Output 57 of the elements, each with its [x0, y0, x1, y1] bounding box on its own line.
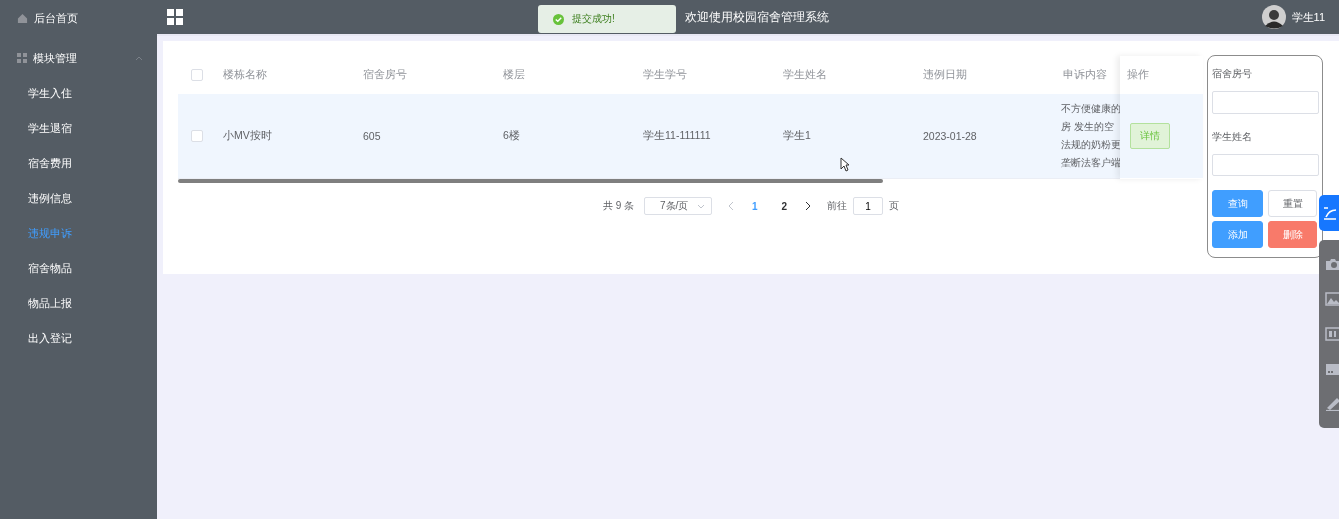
next-page-icon[interactable]	[805, 201, 812, 211]
sidebar-item[interactable]: 物品上报	[0, 286, 157, 321]
chevron-down-icon	[697, 203, 705, 209]
sidebar-item[interactable]: 后台首页	[0, 4, 157, 32]
image-icon[interactable]	[1325, 291, 1339, 306]
page-input[interactable]: 1	[853, 197, 884, 215]
column-header: 楼层	[502, 68, 526, 82]
scrollbar-thumb[interactable]	[178, 179, 883, 183]
column-header: 楼栋名称	[222, 68, 268, 82]
table-cell-text: 学生11-111111	[642, 129, 712, 143]
sidebar-item[interactable]: 学生退宿	[0, 111, 157, 146]
column-header: 学生学号	[642, 68, 688, 82]
field-label: 学生姓名	[1212, 129, 1253, 144]
checkbox[interactable]	[190, 69, 203, 81]
table-cell-text: 小MV按时	[222, 129, 273, 143]
column-header: 学生姓名	[782, 68, 828, 82]
camera-icon[interactable]	[1325, 256, 1339, 271]
mouse-cursor-icon	[840, 157, 850, 172]
previous-page-icon[interactable]	[728, 201, 734, 211]
pen-icon[interactable]	[1325, 397, 1339, 412]
table-cell-text: 学生1	[782, 129, 812, 143]
user-name[interactable]: 学生11	[1291, 9, 1325, 25]
caret-icon	[135, 54, 143, 62]
page-size-select[interactable]: 7条/页	[644, 197, 712, 215]
sidebar-group[interactable]: 模块管理	[0, 44, 157, 72]
sidebar-item[interactable]: 宿舍物品	[0, 251, 157, 286]
table-cell-text: 605	[362, 130, 382, 142]
sidebar-item[interactable]: 出入登记	[0, 321, 157, 356]
sidebar-item[interactable]: 学生入住	[0, 76, 157, 111]
column-header: 违例日期	[922, 68, 968, 82]
input-field[interactable]	[1212, 153, 1319, 176]
system-title: 欢迎使用校园宿舍管理系统	[685, 8, 829, 26]
screenshot-icon	[1323, 205, 1337, 221]
home-icon	[17, 12, 28, 24]
page-number[interactable]: 2	[775, 200, 794, 212]
column-header: 操作	[1126, 67, 1150, 82]
total-count: 共 9 条	[602, 199, 634, 213]
grid-icon	[17, 53, 27, 63]
column-header: 申诉内容	[1062, 68, 1108, 82]
action-button[interactable]: 重置	[1268, 190, 1317, 217]
video-icon[interactable]	[1325, 362, 1339, 377]
toast-message: 提交成功!	[572, 12, 615, 26]
side-tab[interactable]	[1319, 195, 1339, 231]
table-cell-text: 2023-01-28	[922, 130, 978, 142]
table-cell-text: 6楼	[502, 129, 521, 143]
field-label: 宿舍房号	[1212, 67, 1253, 81]
page-suffix: 页	[889, 199, 900, 213]
checkbox[interactable]	[190, 130, 203, 142]
column-header: 宿舍房号	[362, 68, 408, 82]
sidebar-item[interactable]: 宿舍费用	[0, 146, 157, 181]
avatar-icon[interactable]	[1261, 5, 1286, 29]
check-circle-icon	[553, 13, 564, 25]
goto-label: 前往	[827, 199, 848, 213]
table-cell-text: 不方便健康的 房 发生的空 法规的奶粉更 垄断法客户端	[1061, 102, 1122, 170]
grid-menu-icon[interactable]	[167, 9, 183, 25]
sidebar-item[interactable]: 违例信息	[0, 181, 157, 216]
input-field[interactable]	[1212, 91, 1319, 114]
